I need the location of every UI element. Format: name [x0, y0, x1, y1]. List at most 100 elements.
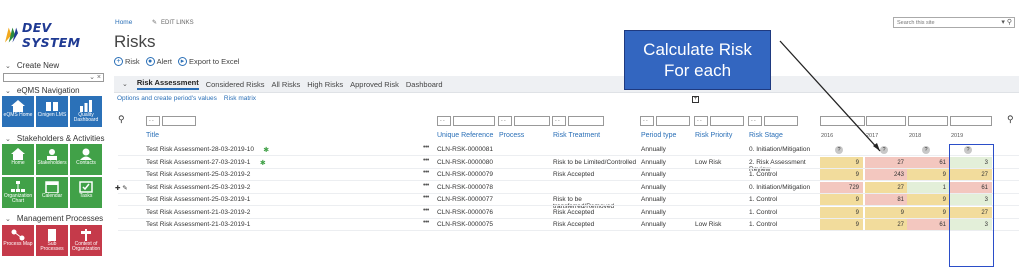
table-row[interactable]: Test Risk Assessment-25-03-2019-1 ••• CLN-… [118, 194, 1019, 210]
alert-icon: ● [145, 57, 155, 66]
edit-links-button[interactable]: ✎ EDIT LINKS [152, 19, 194, 27]
title-filter-input[interactable] [162, 116, 196, 126]
export-excel-button[interactable]: ▸ Export to Excel [178, 57, 239, 66]
ellipsis-menu-icon[interactable]: ••• [423, 157, 429, 164]
new-risk-button[interactable]: + Risk [114, 57, 140, 66]
risk-matrix-link[interactable]: Risk matrix [224, 95, 256, 102]
ellipsis-menu-icon[interactable]: ••• [423, 144, 429, 151]
year-2017-filter-input[interactable] [866, 116, 906, 126]
ellipsis-menu-icon[interactable]: ••• [423, 182, 429, 189]
risk-title-link[interactable]: Test Risk Assessment-25-03-2019-1 [146, 196, 250, 203]
ref-filter-input[interactable] [453, 116, 495, 126]
unique-reference: CLN-RSK-0000075 [437, 221, 494, 228]
column-header-2017[interactable]: 2017 [866, 133, 878, 139]
create-new-header[interactable]: ⌄ Create New [5, 61, 59, 70]
tile-organization-chart[interactable]: Organization Chart [2, 177, 34, 208]
column-header-2016[interactable]: 2016 [821, 133, 833, 139]
column-header-treatment[interactable]: Risk Treatment [553, 132, 600, 139]
tile-contacts[interactable]: Contacts [70, 144, 102, 175]
expand-icon[interactable]: + [692, 96, 699, 103]
row-actions-icon[interactable]: ✚ ✎ [115, 184, 128, 192]
search-icon[interactable]: ⚲ [118, 114, 125, 125]
ellipsis-menu-icon[interactable]: ••• [423, 207, 429, 214]
tile-process-map[interactable]: Process Map [2, 225, 34, 256]
row-divider [118, 230, 1019, 231]
ref-filter-select[interactable]: - - [437, 116, 451, 126]
treatment-filter-select[interactable]: - - [552, 116, 566, 126]
table-row[interactable]: Test Risk Assessment-28-03-2019-10 ✱ ••• CL… [118, 144, 1019, 156]
column-header-2018[interactable]: 2018 [909, 133, 921, 139]
sub-links: Options and create period's values Risk … [117, 95, 256, 102]
column-header-2019[interactable]: 2019 [951, 133, 963, 139]
search-icon[interactable]: ⚲ [1007, 114, 1014, 125]
column-header-period[interactable]: Period type [641, 132, 676, 139]
column-header-priority[interactable]: Risk Priority [695, 132, 732, 139]
tile-tasks[interactable]: Tasks [70, 177, 102, 208]
dropdown-close-icon[interactable]: ⌄ × [89, 73, 101, 81]
stage-filter-select[interactable]: - - [748, 116, 762, 126]
tab-approved-risk[interactable]: Approved Risk [350, 80, 399, 89]
tab-dashboard[interactable]: Dashboard [406, 80, 443, 89]
tile-stakeholders[interactable]: Stakeholders [36, 144, 68, 175]
tab-considered-risks[interactable]: Considered Risks [206, 80, 265, 89]
tab-high-risks[interactable]: High Risks [307, 80, 343, 89]
column-header-ref[interactable]: Unique Reference [437, 132, 493, 139]
table-row[interactable]: Test Risk Assessment-27-03-2019-1 ✱ ••• CLN… [118, 156, 1019, 173]
column-header-process[interactable]: Process [499, 132, 524, 139]
priority-filter-input[interactable] [710, 116, 744, 126]
site-search-input[interactable]: Search this site ▾ ⚲ [893, 17, 1015, 28]
risk-title-link[interactable]: Test Risk Assessment-27-03-2019-1 [146, 159, 250, 166]
new-item-icon: ✱ [263, 147, 270, 154]
search-icon[interactable]: ▾ ⚲ [1001, 18, 1012, 26]
risk-title-link[interactable]: Test Risk Assessment-28-03-2019-10 [146, 146, 254, 153]
alert-button[interactable]: ● Alert [145, 57, 172, 66]
chevron-down-icon[interactable]: ⌄ [122, 80, 128, 88]
app-logo[interactable]: DEV SYSTEM [5, 20, 108, 50]
tile-sub-processes[interactable]: Sub Processes [36, 225, 68, 256]
ellipsis-menu-icon[interactable]: ••• [423, 194, 429, 201]
bar-chart-icon [80, 100, 92, 112]
table-row[interactable]: Test Risk Assessment-25-03-2019-2 ••• CLN-… [118, 169, 1019, 181]
year-2019-filter-input[interactable] [950, 116, 992, 126]
tile-label: Process Map [3, 241, 33, 247]
risk-title-link[interactable]: Test Risk Assessment-21-03-2019-2 [146, 209, 250, 216]
tile-eqms-home[interactable]: eQMS Home [2, 96, 34, 127]
title-filter-select[interactable]: - - [146, 116, 160, 126]
risk-title-link[interactable]: Test Risk Assessment-25-03-2019-2 [146, 184, 250, 191]
tab-all-risks[interactable]: All Risks [272, 80, 301, 89]
table-row[interactable]: ✚ ✎ Test Risk Assessment-25-03-2019-2 ••• C… [115, 181, 1019, 194]
unique-reference: CLN-RSK-0000077 [437, 196, 494, 203]
year-2016-filter-input[interactable] [820, 116, 865, 126]
process-filter-select[interactable]: - - [498, 116, 512, 126]
tile-calendar[interactable]: Calendar [36, 177, 68, 208]
period-filter-input[interactable] [656, 116, 690, 126]
period-filter-select[interactable]: - - [640, 116, 654, 126]
treatment-filter-input[interactable] [568, 116, 604, 126]
ellipsis-menu-icon[interactable]: ••• [423, 219, 429, 226]
stakeholders-header[interactable]: ⌄ Stakeholders & Activities [5, 134, 104, 143]
stage-filter-input[interactable] [764, 116, 798, 126]
risk-title-link[interactable]: Test Risk Assessment-21-03-2019-1 [146, 221, 250, 228]
signpost-icon [81, 229, 91, 241]
eqms-navigation-header[interactable]: ⌄ eQMS Navigation [5, 86, 80, 95]
year-2018-filter-input[interactable] [908, 116, 948, 126]
tile-home[interactable]: Home [2, 144, 34, 175]
table-row[interactable]: Test Risk Assessment-21-03-2019-1 ••• CLN-… [118, 219, 1019, 231]
process-filter-input[interactable] [514, 116, 550, 126]
options-link[interactable]: Options and create period's values [117, 95, 217, 102]
left-navigation: DEV SYSTEM ⌄ Create New ⌄ × ⌄ eQMS Navig… [0, 0, 108, 267]
tile-context-of-organization[interactable]: Context of Organization [70, 225, 102, 256]
management-processes-header[interactable]: ⌄ Management Processes [5, 214, 103, 223]
tab-risk-assessment[interactable]: Risk Assessment [136, 78, 199, 90]
risk-title-link[interactable]: Test Risk Assessment-25-03-2019-2 [146, 171, 250, 178]
column-header-title[interactable]: Title [146, 132, 159, 139]
priority-filter-select[interactable]: - - [694, 116, 708, 126]
column-header-stage[interactable]: Risk Stage [749, 132, 783, 139]
breadcrumb-home[interactable]: Home [115, 19, 132, 26]
ellipsis-menu-icon[interactable]: ••• [423, 169, 429, 176]
tile-quality-dashboard[interactable]: Quality Dashboard [70, 96, 102, 127]
tile-cinigen-lms[interactable]: Cinigen LMS [36, 96, 68, 127]
risk-treatment: Risk to be Limited/Controlled [553, 158, 637, 166]
table-row[interactable]: Test Risk Assessment-21-03-2019-2 ••• CLN-… [118, 206, 1019, 219]
nav-search-input[interactable]: ⌄ × [3, 73, 104, 82]
